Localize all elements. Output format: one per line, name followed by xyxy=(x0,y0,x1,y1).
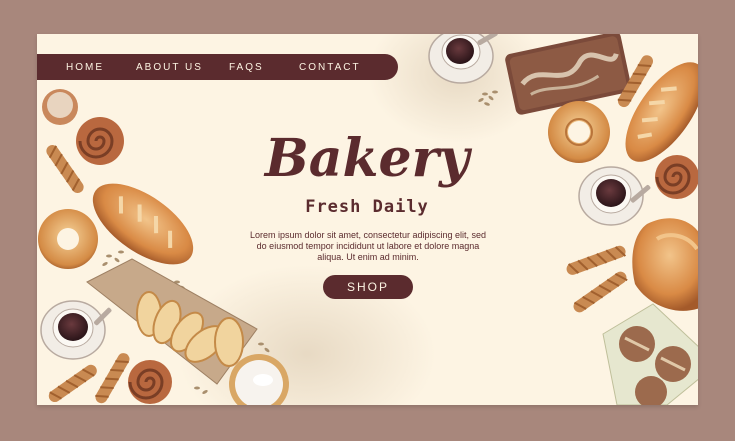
hero-description-line: do eiusmod tempor incididunt ut labore e… xyxy=(256,241,480,251)
hero-description-line: aliqua. Ut enim ad minim. xyxy=(317,252,419,262)
hero-section: Bakery Fresh Daily Lorem ipsum dolor sit… xyxy=(37,34,698,405)
shop-button[interactable]: SHOP xyxy=(323,275,413,299)
page-subtitle: Fresh Daily xyxy=(305,197,429,217)
hero-description-line: Lorem ipsum dolor sit amet, consectetur … xyxy=(249,230,487,240)
page-title: Bakery xyxy=(264,128,470,189)
landing-card: HOME ABOUT US FAQS CONTACT Bakery Fresh … xyxy=(37,34,698,405)
hero-description: Lorem ipsum dolor sit amet, consectetur … xyxy=(238,230,498,263)
